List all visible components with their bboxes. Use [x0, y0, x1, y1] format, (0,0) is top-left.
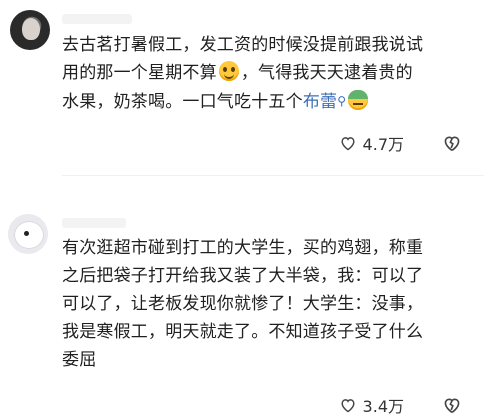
comment-1-line-3: 水果，奶茶喝。一口气吃十五个 — [62, 92, 303, 112]
comment-2-line-4: 我是寒假工，明天就走了。不知道孩子受了什么 — [62, 322, 424, 342]
comment-2-line-3: 可以了，让老板发现你就惨了！大学生：没事， — [62, 294, 424, 314]
heart-outline-icon — [341, 399, 355, 413]
comment-1-line-3-wrap: 水果，奶茶喝。一口气吃十五个布蕾⚲ — [62, 87, 472, 116]
angry-emoji — [348, 90, 369, 110]
broken-heart-icon[interactable] — [442, 134, 462, 152]
like-count-2: 3.4万 — [362, 397, 404, 416]
product-link[interactable]: 布蕾 — [303, 92, 337, 112]
comment-1-line-2b: ，气得我天天逮着贵的 — [240, 63, 413, 83]
comment-2-text: 有次逛超市碰到打工的大学生，买的鸡翅，称重 之后把袋子打开给我又装了大半袋，我：… — [62, 234, 472, 374]
comment-2-line-2: 之后把袋子打开给我又装了大半袋，我：可以了 — [62, 266, 424, 286]
like-count-1: 4.7万 — [362, 135, 404, 154]
like-button-2[interactable]: 3.4万 — [339, 393, 404, 417]
avatar-user-2[interactable] — [8, 214, 48, 254]
divider — [62, 175, 484, 176]
avatar-user-1[interactable] — [10, 10, 50, 50]
comment-2-line-5: 委屈 — [62, 350, 97, 370]
comment-1-actions: 4.7万 — [339, 131, 462, 155]
comment-1-line-2a: 用的那一个星期不算 — [62, 63, 217, 83]
username-faint — [62, 14, 132, 24]
comment-1-text: 去古茗打暑假工，发工资的时候没提前跟我说试 用的那一个星期不算 ，气得我天天逮着贵… — [62, 31, 472, 116]
comment-2-actions: 3.4万 — [339, 393, 462, 417]
comment-2-line-1: 有次逛超市碰到打工的大学生，买的鸡翅，称重 — [62, 238, 424, 258]
broken-heart-icon[interactable] — [442, 396, 462, 414]
like-button-1[interactable]: 4.7万 — [339, 131, 404, 155]
smile-emoji — [218, 61, 239, 81]
search-icon[interactable]: ⚲ — [337, 94, 346, 108]
heart-outline-icon — [341, 137, 355, 151]
comment-1-line-1: 去古茗打暑假工，发工资的时候没提前跟我说试 — [62, 35, 424, 55]
username-faint — [62, 218, 126, 228]
comment-1-line-2-wrap: 用的那一个星期不算 ，气得我天天逮着贵的 — [62, 59, 472, 87]
